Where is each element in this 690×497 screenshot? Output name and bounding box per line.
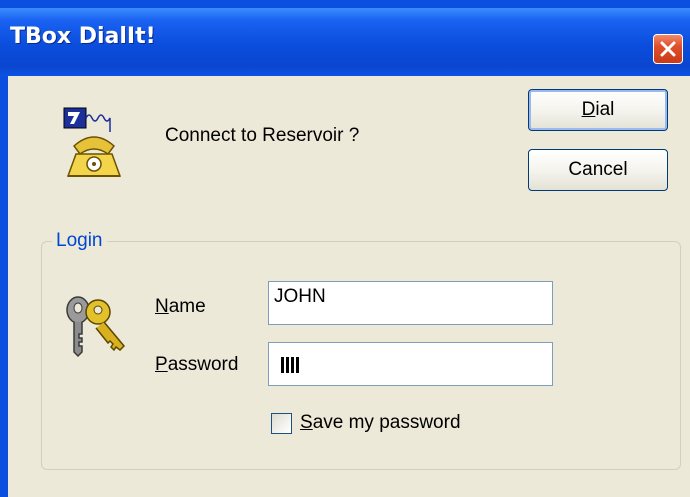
save-access-key: S [300, 412, 313, 433]
name-access-key: N [155, 296, 169, 317]
connect-prompt: Connect to Reservoir ? [165, 125, 360, 146]
title-bar[interactable]: TBox DialIt! [0, 8, 690, 76]
close-button[interactable] [653, 34, 683, 64]
login-group-label: Login [52, 230, 107, 252]
close-icon [660, 41, 676, 57]
cancel-button[interactable]: Cancel [528, 149, 668, 191]
save-label-rest: ave my password [312, 412, 461, 433]
password-input[interactable] [268, 342, 553, 386]
save-password-label[interactable]: Save my password [300, 412, 461, 434]
password-access-key: P [155, 354, 168, 375]
keys-icon [66, 296, 126, 358]
name-label-rest: ame [168, 296, 206, 317]
dial-button[interactable]: Dial [528, 89, 668, 131]
name-input[interactable]: JOHN [268, 281, 553, 325]
password-label: Password [155, 354, 238, 376]
name-label: Name [155, 296, 206, 318]
dial-access-key: D [581, 99, 596, 120]
save-password-checkbox[interactable] [271, 413, 292, 434]
phone-modem-icon [63, 107, 122, 177]
dial-label-rest: ial [595, 99, 615, 120]
window-title: TBox DialIt! [10, 24, 156, 49]
password-label-rest: assword [167, 354, 239, 375]
